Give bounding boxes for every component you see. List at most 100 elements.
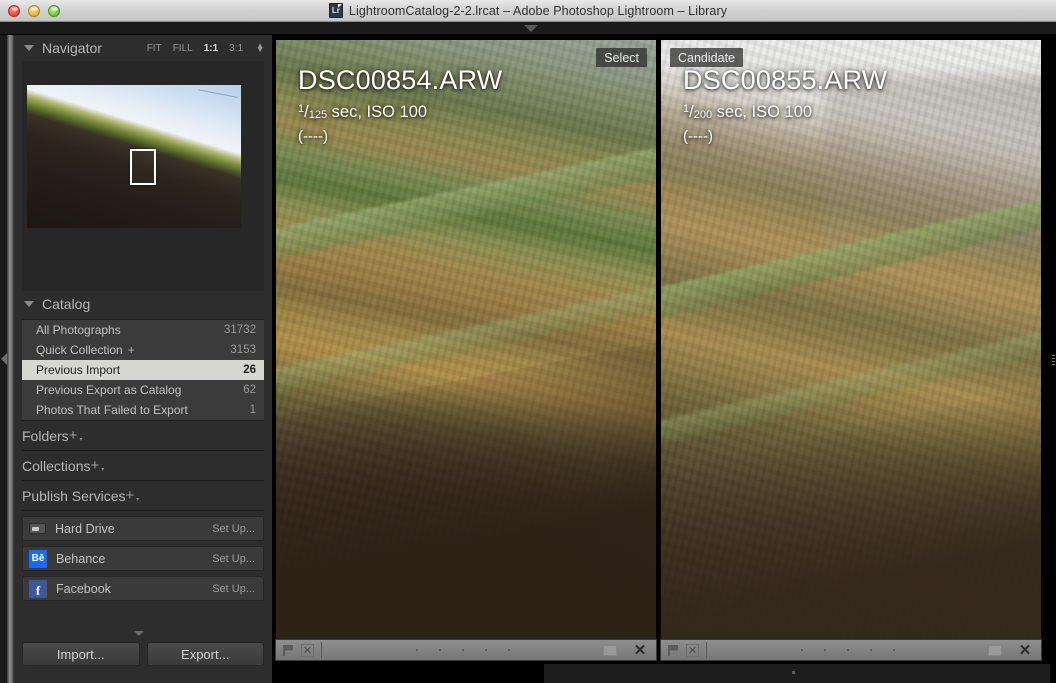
rating-dot[interactable] — [416, 649, 418, 651]
add-publish-service-icon[interactable]: + — [126, 491, 139, 501]
behance-icon: Bē — [29, 550, 47, 568]
flag-icon[interactable] — [668, 645, 680, 656]
rating-dot[interactable] — [462, 649, 464, 651]
publish-service-name: Facebook — [56, 582, 212, 596]
candidate-toolbar: ✕ ✕ — [660, 639, 1042, 661]
candidate-badge[interactable]: Candidate — [670, 48, 743, 67]
catalog-item-count: 31732 — [224, 324, 256, 336]
navigator-thumbnail[interactable] — [27, 85, 241, 228]
window-title: Lr LightroomCatalog-2-2.lrcat – Adobe Ph… — [0, 3, 1056, 18]
filmstrip-caret-icon[interactable] — [792, 671, 795, 674]
catalog-item-label: Photos That Failed to Export — [36, 403, 250, 417]
right-panel-edge[interactable] — [1050, 35, 1056, 683]
rating-dot[interactable] — [893, 649, 895, 651]
collections-header[interactable]: Collections + — [22, 451, 264, 481]
publish-service-facebook[interactable]: f Facebook Set Up... — [22, 576, 264, 601]
catalog-item-count: 26 — [243, 364, 256, 376]
close-icon[interactable]: ✕ — [1012, 641, 1038, 659]
rating-dot[interactable] — [485, 649, 487, 651]
navigator-zoom-modes[interactable]: FIT FILL 1:1 3:1 ▲▼ — [147, 43, 264, 54]
catalog-item-previous-import[interactable]: Previous Import 26 — [22, 360, 264, 380]
catalog-item-count: 3153 — [230, 344, 256, 356]
catalog-item-photos-that-failed-to-export[interactable]: Photos That Failed to Export 1 — [22, 400, 264, 420]
zoom-mode-fill[interactable]: FILL — [173, 43, 193, 54]
window-title-text: LightroomCatalog-2-2.lrcat – Adobe Photo… — [349, 4, 727, 18]
lightroom-document-icon: Lr — [329, 3, 343, 18]
filmstrip-strip[interactable] — [544, 663, 1056, 683]
add-collection-icon[interactable]: + — [90, 461, 103, 471]
export-button[interactable]: Export... — [147, 642, 265, 666]
select-photo[interactable] — [276, 40, 656, 648]
publish-service-name: Hard Drive — [55, 522, 212, 536]
catalog-title: Catalog — [42, 296, 264, 312]
quick-collection-plus-icon[interactable]: + — [128, 343, 135, 357]
disclosure-triangle-down-icon[interactable] — [24, 45, 34, 51]
publish-services-header[interactable]: Publish Services + — [22, 481, 264, 511]
navigator-preview[interactable] — [22, 61, 264, 291]
select-toolbar: ✕ ✕ — [275, 639, 657, 661]
panel-collapse-caret-icon[interactable] — [134, 631, 144, 636]
publish-service-setup-link[interactable]: Set Up... — [212, 523, 255, 535]
zoom-mode-fit[interactable]: FIT — [147, 43, 162, 54]
catalog-item-all-photographs[interactable]: All Photographs 31732 — [22, 320, 264, 340]
catalog-item-label: Quick Collection — [36, 343, 123, 357]
lightroom-window: Lr LightroomCatalog-2-2.lrcat – Adobe Ph… — [0, 0, 1056, 683]
compare-stage: Select DSC00854.ARW 1/125 sec, ISO 100 (… — [272, 35, 1056, 683]
import-button[interactable]: Import... — [22, 642, 140, 666]
left-panel-edge[interactable] — [0, 35, 14, 683]
folders-header[interactable]: Folders + — [22, 421, 264, 451]
reject-x-icon[interactable]: ✕ — [301, 644, 314, 657]
catalog-item-count: 62 — [243, 384, 256, 396]
catalog-item-quick-collection[interactable]: Quick Collection + 3153 — [22, 340, 264, 360]
rating-dot[interactable] — [801, 649, 803, 651]
rating-dot[interactable] — [439, 649, 441, 651]
add-folder-icon[interactable]: + — [69, 431, 82, 441]
candidate-photo[interactable] — [661, 40, 1041, 648]
select-image-pane[interactable]: Select DSC00854.ARW 1/125 sec, ISO 100 (… — [275, 39, 657, 649]
navigator-crop-rectangle[interactable] — [130, 149, 156, 185]
rating-dot[interactable] — [847, 649, 849, 651]
right-panel-grip-icon[interactable] — [1052, 355, 1055, 365]
color-label-swatch[interactable] — [988, 645, 1002, 656]
publish-service-setup-link[interactable]: Set Up... — [212, 553, 255, 565]
left-panel-scrollbar[interactable] — [7, 35, 14, 683]
top-panel-strip[interactable] — [0, 22, 1056, 35]
collapse-left-panel-icon[interactable] — [1, 353, 7, 365]
color-label-swatch[interactable] — [603, 645, 617, 656]
collections-title: Collections — [22, 458, 90, 474]
zoom-mode-3-1[interactable]: 3:1 — [229, 43, 243, 54]
publish-service-behance[interactable]: Bē Behance Set Up... — [22, 546, 264, 571]
catalog-item-label: All Photographs — [36, 323, 224, 337]
select-badge[interactable]: Select — [596, 48, 647, 67]
catalog-header[interactable]: Catalog — [14, 291, 272, 317]
flag-icon[interactable] — [283, 645, 295, 656]
catalog-item-previous-export-as-catalog[interactable]: Previous Export as Catalog 62 — [22, 380, 264, 400]
rating-dot[interactable] — [824, 649, 826, 651]
zoom-mode-1-1[interactable]: 1:1 — [204, 43, 218, 54]
catalog-item-label: Previous Export as Catalog — [36, 383, 243, 397]
left-panel: Navigator FIT FILL 1:1 3:1 ▲▼ Catalog Al… — [14, 35, 272, 683]
panel-action-buttons: Import... Export... — [22, 642, 264, 666]
publish-service-hard-drive[interactable]: Hard Drive Set Up... — [22, 516, 264, 541]
navigator-title: Navigator — [42, 40, 147, 56]
catalog-list: All Photographs 31732 Quick Collection +… — [22, 319, 264, 421]
rating-dot[interactable] — [508, 649, 510, 651]
rating-dot[interactable] — [870, 649, 872, 651]
navigator-wire-detail — [196, 89, 237, 106]
hard-drive-icon — [29, 523, 46, 534]
publish-service-name: Behance — [56, 552, 212, 566]
folders-title: Folders — [22, 428, 69, 444]
title-bar: Lr LightroomCatalog-2-2.lrcat – Adobe Ph… — [0, 0, 1056, 22]
close-icon[interactable]: ✕ — [627, 641, 653, 659]
disclosure-triangle-down-icon[interactable] — [24, 301, 34, 307]
catalog-item-label: Previous Import — [36, 363, 243, 377]
star-rating-control[interactable] — [322, 649, 603, 651]
chevron-down-icon[interactable] — [524, 25, 538, 32]
navigator-header[interactable]: Navigator FIT FILL 1:1 3:1 ▲▼ — [14, 35, 272, 61]
publish-services-title: Publish Services — [22, 488, 126, 504]
candidate-image-pane[interactable]: Candidate DSC00855.ARW 1/200 sec, ISO 10… — [660, 39, 1042, 649]
star-rating-control[interactable] — [707, 649, 988, 651]
reject-x-icon[interactable]: ✕ — [686, 644, 699, 657]
publish-service-setup-link[interactable]: Set Up... — [212, 583, 255, 595]
zoom-stepper-icon[interactable]: ▲▼ — [256, 44, 264, 52]
